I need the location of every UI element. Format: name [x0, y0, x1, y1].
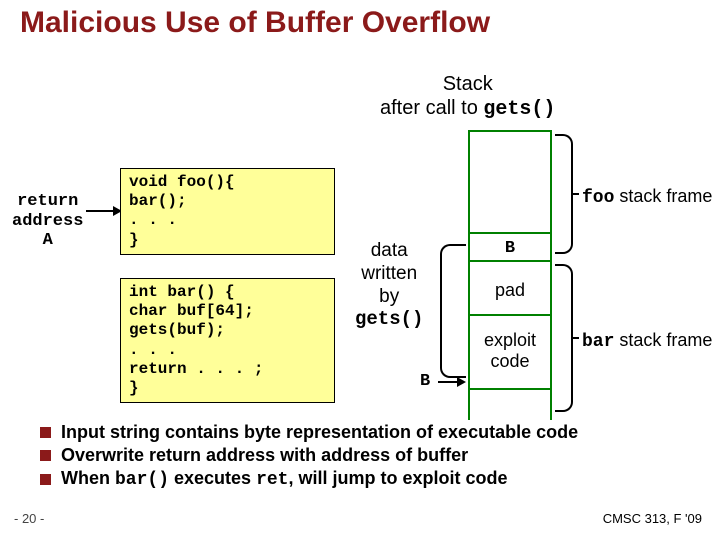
return-arrow-icon: [86, 210, 120, 212]
left-bracket-icon: [440, 244, 466, 378]
stack-cell-pad: pad: [468, 264, 552, 316]
bar-frame-tail: stack frame: [614, 330, 712, 350]
code-foo-l1: void foo(){: [129, 173, 326, 192]
b3-code2: ret: [256, 470, 288, 490]
bullet-3-text: When bar() executes ret, will jump to ex…: [61, 468, 508, 490]
foo-frame-code: foo: [582, 188, 614, 208]
dw-l3: by: [355, 286, 423, 309]
b-arrow-icon: [438, 381, 464, 383]
b-source-label: B: [420, 372, 430, 391]
bullet-1-text: Input string contains byte representatio…: [61, 422, 578, 443]
code-bar-l1: int bar() {: [129, 283, 326, 302]
dw-l1: data: [355, 240, 423, 263]
bar-frame-code: bar: [582, 332, 614, 352]
return-l3: A: [12, 231, 83, 251]
bullet-2: Overwrite return address with address of…: [40, 445, 578, 466]
bullet-square-icon: [40, 474, 51, 485]
code-foo-l2: bar();: [129, 192, 326, 211]
bullet-list: Input string contains byte representatio…: [40, 420, 578, 492]
stack-caption-l2-pre: after call to: [380, 97, 483, 119]
stack-cell-b: B: [468, 232, 552, 262]
return-l1: return: [12, 192, 83, 212]
page-number: - 20 -: [14, 511, 44, 526]
return-l2: address: [12, 212, 83, 232]
stack-caption-l1: Stack: [380, 72, 555, 96]
code-bar-l4: . . .: [129, 341, 326, 360]
brace-bar-icon: [555, 264, 573, 412]
bullet-3: When bar() executes ret, will jump to ex…: [40, 468, 578, 490]
bar-stack-frame-label: bar stack frame: [582, 330, 712, 352]
b3-code1: bar(): [115, 470, 169, 490]
b3-mid: executes: [169, 468, 256, 488]
code-bar-l5: return . . . ;: [129, 360, 326, 379]
dw-code: gets(): [355, 308, 423, 331]
b3-pre: When: [61, 468, 115, 488]
bullet-square-icon: [40, 450, 51, 461]
code-bar-l2: char buf[64];: [129, 302, 326, 321]
course-label: CMSC 313, F '09: [603, 511, 702, 526]
b3-tail: , will jump to exploit code: [288, 468, 507, 488]
stack-caption: Stack after call to gets(): [380, 72, 555, 122]
exploit-l1: exploit: [468, 330, 552, 351]
code-bar-l3: gets(buf);: [129, 321, 326, 340]
bullet-square-icon: [40, 427, 51, 438]
code-foo-l4: }: [129, 231, 326, 250]
foo-frame-tail: stack frame: [614, 186, 712, 206]
page-title: Malicious Use of Buffer Overflow: [0, 0, 720, 40]
bullet-1: Input string contains byte representatio…: [40, 422, 578, 443]
code-foo-box: void foo(){ bar(); . . . }: [120, 168, 335, 255]
stack-caption-l2-code: gets(): [483, 98, 555, 121]
return-address-label: return address A: [12, 192, 83, 251]
stack-cell-exploit: exploit code: [468, 318, 552, 390]
dw-l2: written: [355, 263, 423, 286]
data-written-label: data written by gets(): [355, 240, 423, 331]
exploit-l2: code: [468, 351, 552, 372]
code-foo-l3: . . .: [129, 211, 326, 230]
stack-caption-l2: after call to gets(): [380, 96, 555, 122]
foo-stack-frame-label: foo stack frame: [582, 186, 712, 208]
code-bar-box: int bar() { char buf[64]; gets(buf); . .…: [120, 278, 335, 403]
bullet-2-text: Overwrite return address with address of…: [61, 445, 468, 466]
code-bar-l6: }: [129, 379, 326, 398]
brace-foo-icon: [555, 134, 573, 254]
